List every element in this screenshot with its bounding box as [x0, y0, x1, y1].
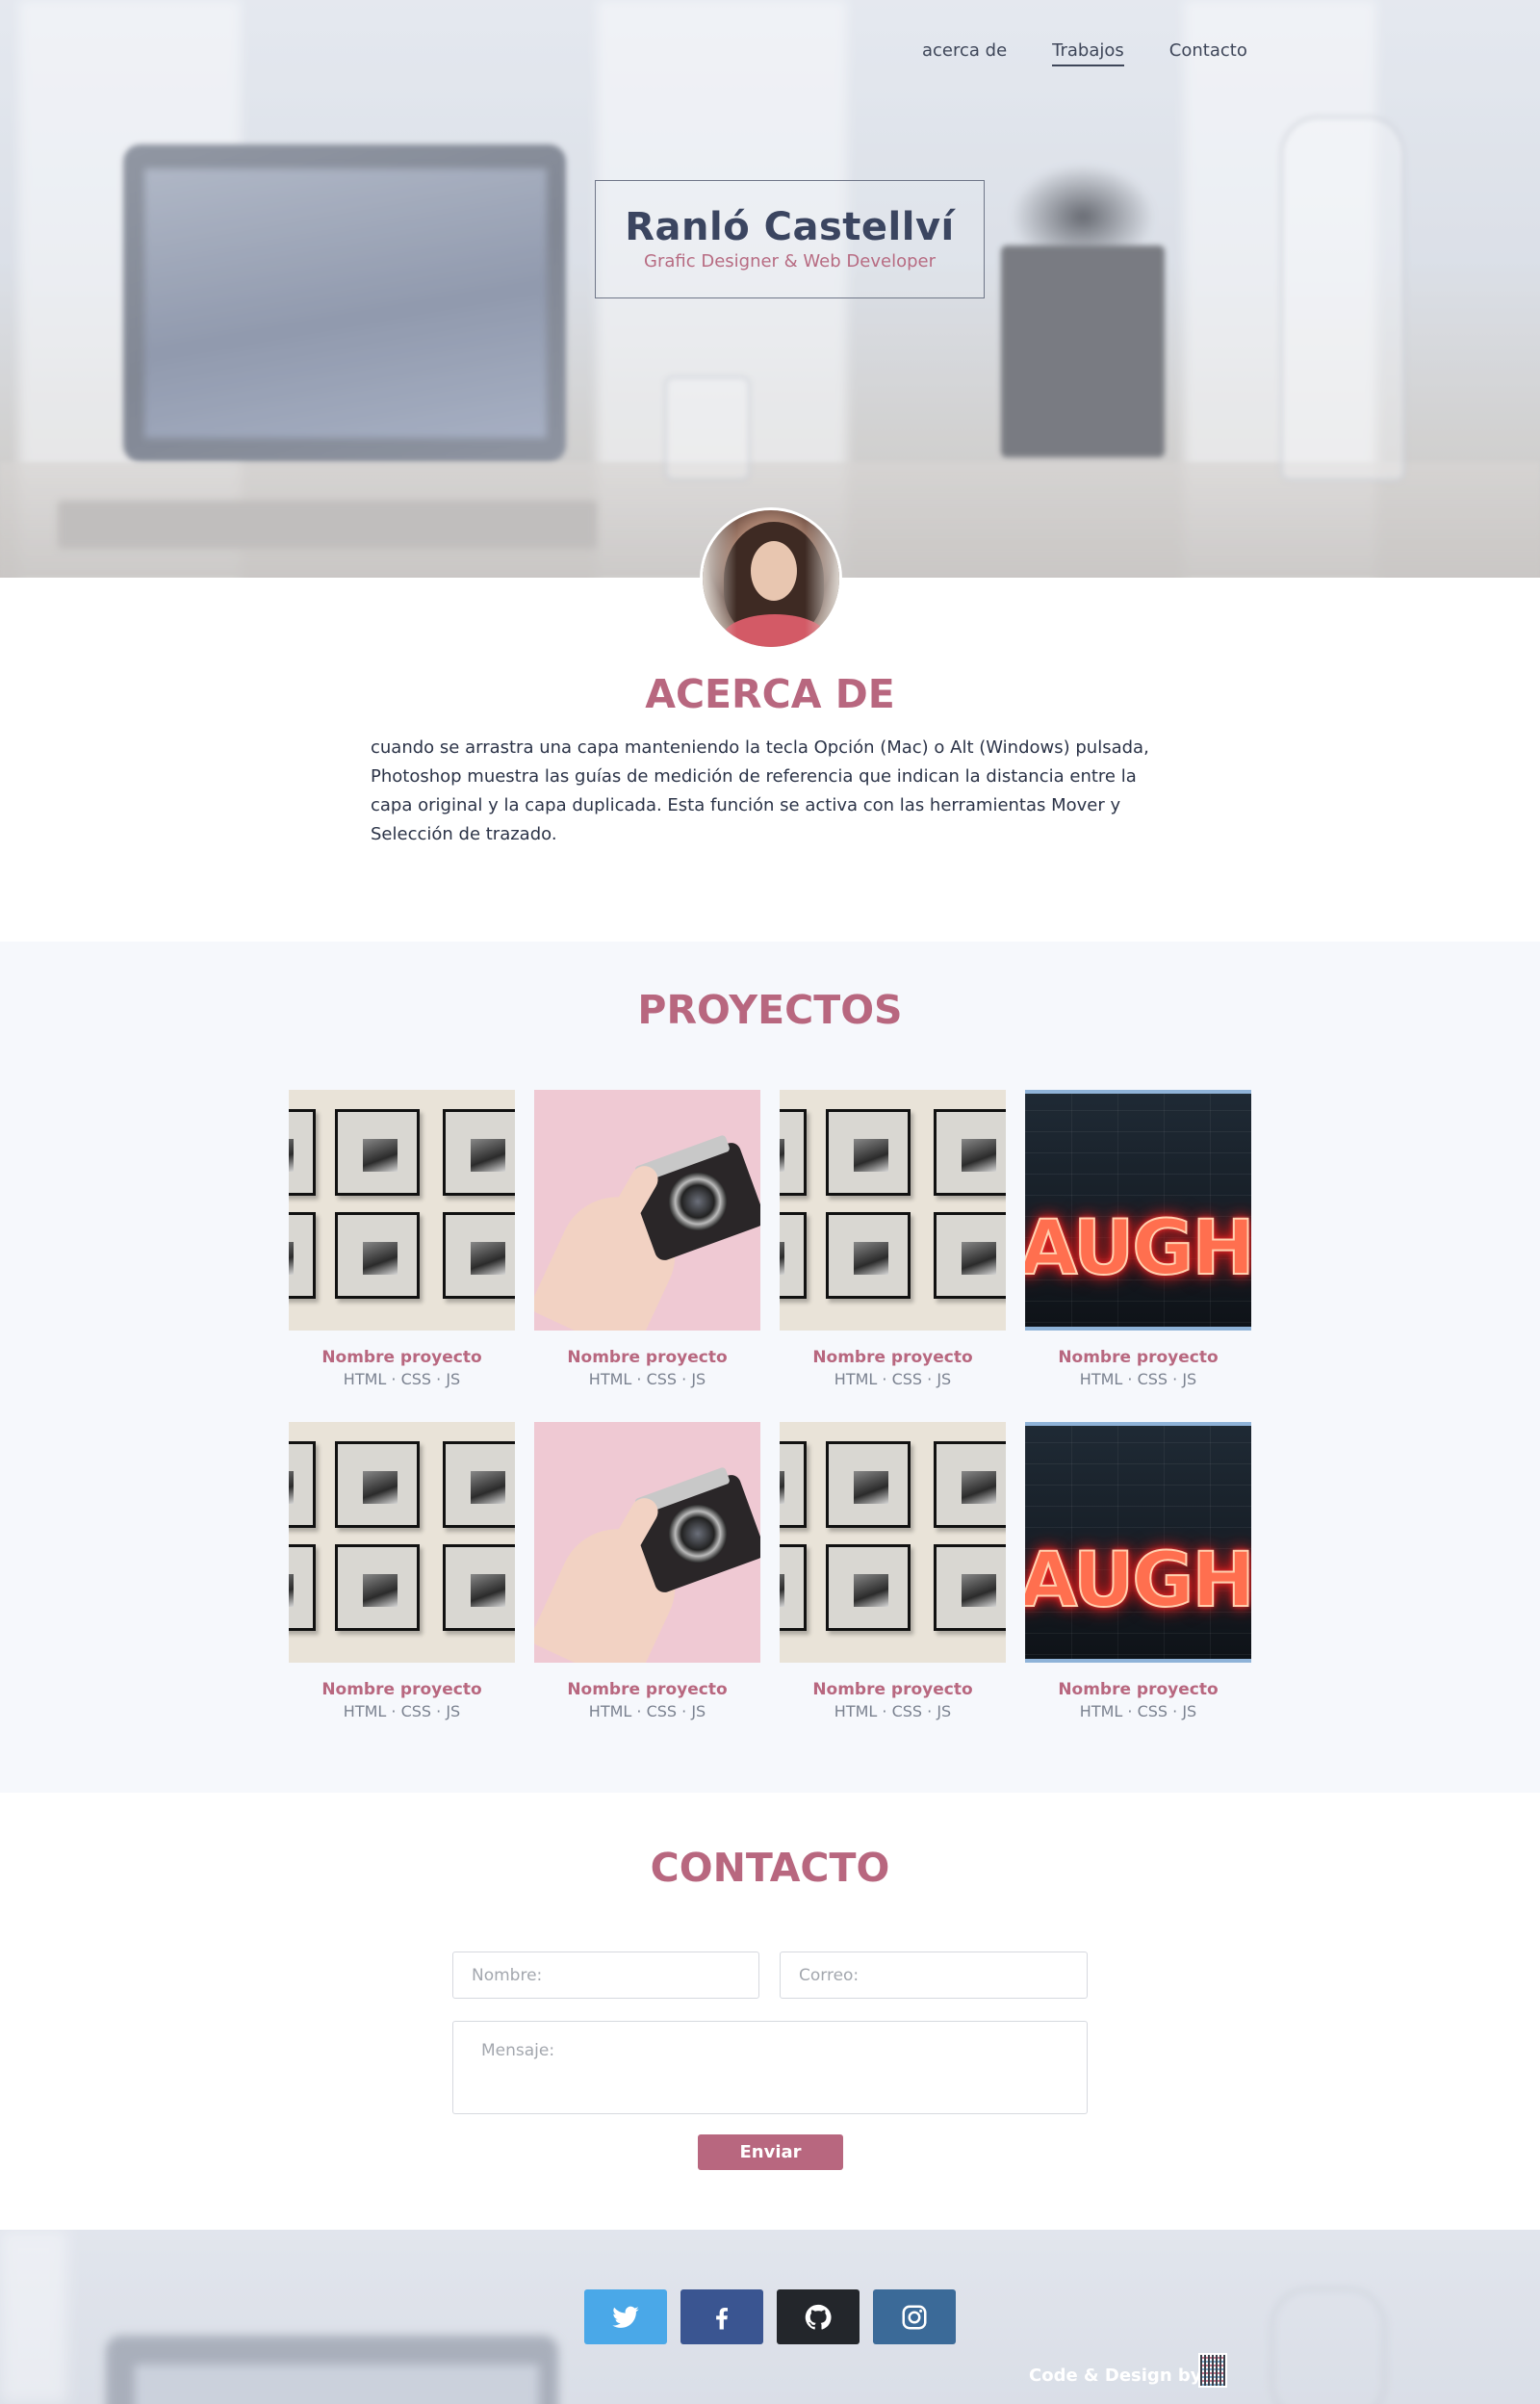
frame [780, 1212, 807, 1299]
instagram-icon [902, 2305, 927, 2329]
project-tech: HTML · CSS · JS [834, 1702, 952, 1720]
project-thumbnail-camera[interactable] [534, 1090, 760, 1331]
hero-title-box: Ranló Castellví Grafic Designer & Web De… [595, 180, 985, 298]
instagram-button[interactable] [873, 2289, 956, 2344]
projects-title: PROYECTOS [637, 987, 903, 1033]
hero-tagline: Grafic Designer & Web Developer [644, 251, 936, 271]
project-name[interactable]: Nombre proyecto [289, 1680, 515, 1699]
thumb-border [1025, 1659, 1251, 1663]
twitter-icon [612, 2306, 639, 2328]
frame [826, 1544, 911, 1631]
project-card[interactable]: Nombre proyecto HTML · CSS · JS [534, 1090, 760, 1388]
project-thumbnail-frames[interactable] [780, 1422, 1006, 1663]
frame [826, 1212, 911, 1299]
project-card[interactable]: AUGH Nombre proyecto HTML · CSS · JS [1025, 1422, 1251, 1720]
project-thumbnail-neon[interactable]: AUGH [1025, 1090, 1251, 1331]
projects-grid: Nombre proyecto HTML · CSS · JS Nombre p… [289, 1090, 1251, 1720]
project-name[interactable]: Nombre proyecto [780, 1348, 1006, 1367]
thumb-border [1025, 1090, 1251, 1094]
name-field[interactable] [452, 1952, 759, 1999]
frame [934, 1441, 1006, 1528]
project-name[interactable]: Nombre proyecto [1025, 1348, 1251, 1367]
hero-name: Ranló Castellví [625, 205, 955, 249]
frame [443, 1441, 515, 1528]
frame [335, 1544, 420, 1631]
frame [780, 1441, 807, 1528]
project-thumbnail-camera[interactable] [534, 1422, 760, 1663]
frame [934, 1544, 1006, 1631]
email-field[interactable] [780, 1952, 1088, 1999]
about-title: ACERCA DE [645, 671, 895, 717]
frame [780, 1544, 807, 1631]
neon-sign: AUGH [1025, 1537, 1251, 1625]
project-card[interactable]: AUGH Nombre proyecto HTML · CSS · JS [1025, 1090, 1251, 1388]
facebook-icon [716, 2307, 728, 2329]
github-button[interactable] [777, 2289, 860, 2344]
thumb-border [1025, 1327, 1251, 1331]
project-tech: HTML · CSS · JS [343, 1370, 461, 1388]
neon-sign: AUGH [1025, 1204, 1251, 1293]
twitter-button[interactable] [584, 2289, 667, 2344]
frame [443, 1109, 515, 1196]
project-card[interactable]: Nombre proyecto HTML · CSS · JS [289, 1090, 515, 1388]
frame [335, 1109, 420, 1196]
project-card[interactable]: Nombre proyecto HTML · CSS · JS [780, 1422, 1006, 1720]
frame [780, 1109, 807, 1196]
about-text: cuando se arrastra una capa manteniendo … [371, 737, 1149, 844]
thumb-border [1025, 1422, 1251, 1426]
project-name[interactable]: Nombre proyecto [289, 1348, 515, 1367]
project-tech: HTML · CSS · JS [834, 1370, 952, 1388]
project-tech: HTML · CSS · JS [1079, 1370, 1197, 1388]
frame [826, 1441, 911, 1528]
avatar [700, 507, 842, 650]
frame [934, 1109, 1006, 1196]
frame [289, 1441, 316, 1528]
footer-credit: Code & Design by [1029, 2365, 1202, 2386]
nav-item-trabajos[interactable]: Trabajos [1052, 40, 1124, 66]
frame [335, 1441, 420, 1528]
project-card[interactable]: Nombre proyecto HTML · CSS · JS [780, 1090, 1006, 1388]
message-field[interactable] [452, 2021, 1088, 2114]
project-name[interactable]: Nombre proyecto [1025, 1680, 1251, 1699]
main-nav: acerca de Trabajos Contacto [922, 40, 1247, 66]
hero-header: acerca de Trabajos Contacto Ranló Castel… [0, 0, 1540, 578]
project-name[interactable]: Nombre proyecto [780, 1680, 1006, 1699]
frame [289, 1212, 316, 1299]
nav-item-acerca-de[interactable]: acerca de [922, 40, 1007, 66]
avatar-background [703, 510, 839, 647]
project-tech: HTML · CSS · JS [1079, 1702, 1197, 1720]
frame [934, 1212, 1006, 1299]
footer-haze [0, 2230, 1540, 2404]
footer: Code & Design by [0, 2230, 1540, 2404]
frame [289, 1109, 316, 1196]
project-tech: HTML · CSS · JS [588, 1370, 706, 1388]
qr-code-icon [1198, 2353, 1227, 2388]
project-thumbnail-neon[interactable]: AUGH [1025, 1422, 1251, 1663]
facebook-button[interactable] [680, 2289, 763, 2344]
contact-title: CONTACTO [650, 1845, 890, 1891]
github-icon [805, 2304, 832, 2330]
project-card[interactable]: Nombre proyecto HTML · CSS · JS [289, 1422, 515, 1720]
project-name[interactable]: Nombre proyecto [534, 1680, 760, 1699]
frame [443, 1212, 515, 1299]
send-button[interactable]: Enviar [698, 2134, 843, 2170]
project-thumbnail-frames[interactable] [780, 1090, 1006, 1331]
project-tech: HTML · CSS · JS [588, 1702, 706, 1720]
nav-item-contacto[interactable]: Contacto [1169, 40, 1247, 66]
project-name[interactable]: Nombre proyecto [534, 1348, 760, 1367]
project-card[interactable]: Nombre proyecto HTML · CSS · JS [534, 1422, 760, 1720]
frame [335, 1212, 420, 1299]
frame [443, 1544, 515, 1631]
project-tech: HTML · CSS · JS [343, 1702, 461, 1720]
frame [826, 1109, 911, 1196]
frame [289, 1544, 316, 1631]
project-thumbnail-frames[interactable] [289, 1090, 515, 1331]
project-thumbnail-frames[interactable] [289, 1422, 515, 1663]
